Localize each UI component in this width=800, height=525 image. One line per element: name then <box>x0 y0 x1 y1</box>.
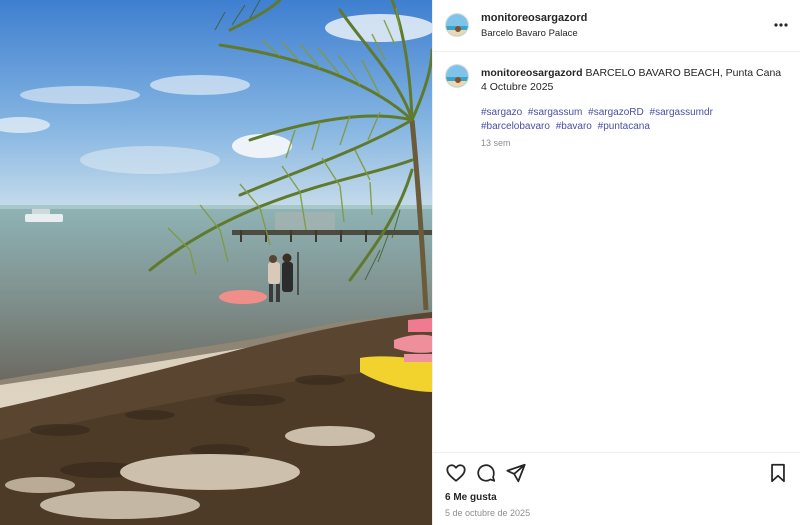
header-username[interactable]: monitoreosargazord <box>481 12 587 24</box>
beach-photo <box>0 0 432 525</box>
hashtag[interactable]: #barcelobavaro <box>481 121 550 132</box>
caption-username[interactable]: monitoreosargazord <box>481 67 583 79</box>
like-button[interactable] <box>445 462 467 484</box>
caption-avatar[interactable] <box>445 64 469 88</box>
hashtag-list: #sargazo #sargassum #sargazoRD #sargassu… <box>481 106 791 134</box>
likes-count[interactable]: 6 Me gusta <box>445 492 497 503</box>
caption-line-1: BARCELO BAVARO BEACH, Punta Cana <box>585 67 782 79</box>
hashtag[interactable]: #sargazo <box>481 107 522 118</box>
share-button[interactable] <box>505 462 527 484</box>
avatar[interactable] <box>445 13 469 37</box>
caption-text: monitoreosargazord BARCELO BAVARO BEACH,… <box>481 66 791 94</box>
hashtag[interactable]: #sargassumdr <box>650 107 713 118</box>
hashtag[interactable]: #bavaro <box>556 121 592 132</box>
post-media[interactable] <box>0 0 432 525</box>
avatar-image <box>446 14 468 36</box>
comment-icon <box>477 464 496 482</box>
instagram-post: monitoreosargazord Barcelo Bavaro Palace <box>0 0 800 525</box>
action-bar <box>433 452 800 490</box>
header-location[interactable]: Barcelo Bavaro Palace <box>481 28 578 39</box>
hashtag[interactable]: #sargazoRD <box>588 107 644 118</box>
avatar-image <box>446 65 468 87</box>
post-date: 5 de octubre de 2025 <box>445 508 531 518</box>
bookmark-icon <box>771 463 785 483</box>
caption-line-2: 4 Octubre 2025 <box>481 81 554 93</box>
caption-age: 13 sem <box>481 138 511 148</box>
post-side-panel: monitoreosargazord Barcelo Bavaro Palace <box>432 0 800 525</box>
post-header: monitoreosargazord Barcelo Bavaro Palace <box>433 0 800 52</box>
save-button[interactable] <box>767 462 789 484</box>
send-icon <box>506 463 526 483</box>
comment-button[interactable] <box>475 462 497 484</box>
heart-icon <box>446 464 466 482</box>
hashtag[interactable]: #puntacana <box>598 121 650 132</box>
hashtag[interactable]: #sargassum <box>528 107 582 118</box>
more-horizontal-icon <box>774 23 788 27</box>
more-options-button[interactable] <box>771 16 791 34</box>
